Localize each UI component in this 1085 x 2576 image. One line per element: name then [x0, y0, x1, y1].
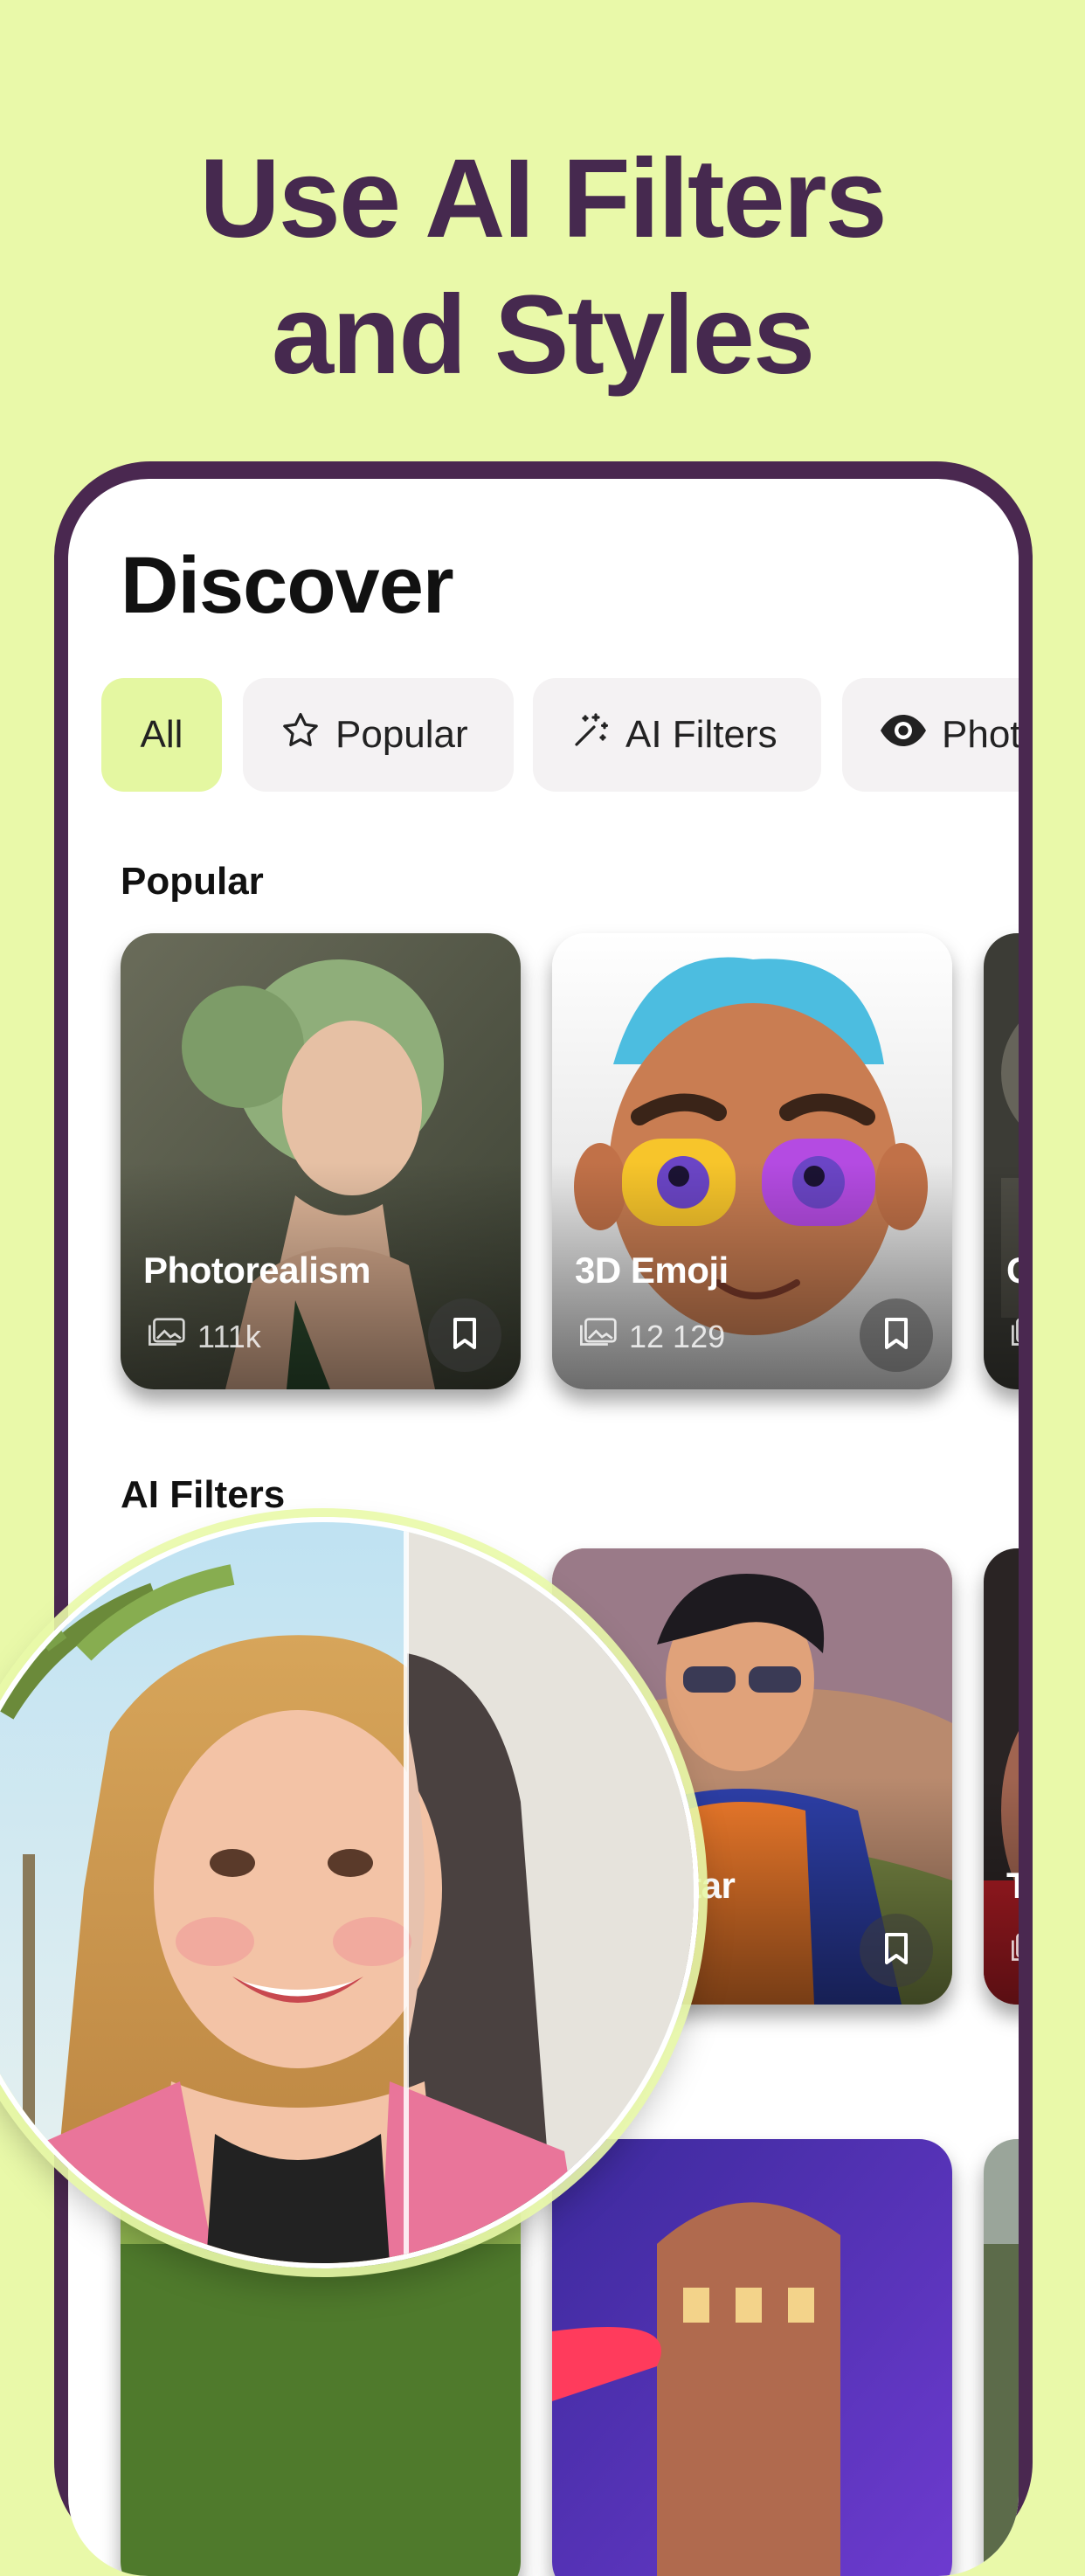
bookmark-button[interactable] [428, 1298, 501, 1372]
images-icon [1010, 1932, 1019, 1971]
card-title: Cybe [1006, 1250, 1019, 1291]
card-count: 13 [1010, 1932, 1019, 1971]
card-count-value: 12 129 [629, 1318, 726, 1354]
images-icon [1010, 1317, 1019, 1356]
style-card-cyber[interactable]: Cybe 13 [984, 933, 1019, 1389]
category-chips: All Popular AI Filters Photore [101, 678, 1019, 792]
before-after-image [0, 1522, 694, 2263]
card-count: 12 129 [578, 1317, 725, 1356]
section-title-popular: Popular [121, 860, 264, 903]
card-count: 111k [147, 1317, 261, 1356]
chip-popular[interactable]: Popular [243, 678, 514, 792]
chip-photorealism[interactable]: Photore [842, 678, 1019, 792]
chip-all[interactable]: All [101, 678, 222, 792]
phone-screen: Discover All Popular AI Filters Photore [68, 479, 1019, 2576]
style-card-photorealism[interactable]: Photorealism 111k [121, 933, 521, 1389]
page-title: Discover [121, 541, 454, 630]
chip-all-label: All [140, 713, 183, 756]
card-title: Photorealism [143, 1250, 371, 1291]
card-title: Tatto [1006, 1865, 1019, 1906]
card-image-field [984, 2139, 1019, 2576]
section-title-ai-filters: AI Filters [121, 1473, 286, 1516]
chip-ai-filters[interactable]: AI Filters [533, 678, 821, 792]
card-title: 3D Emoji [575, 1250, 729, 1291]
chip-photorealism-label: Photore [942, 713, 1019, 756]
style-card-row3-3[interactable] [984, 2139, 1019, 2576]
chip-popular-label: Popular [335, 713, 468, 756]
style-card-3d-emoji[interactable]: 3D Emoji 12 129 [552, 933, 952, 1389]
bookmark-icon [452, 1317, 478, 1354]
headline: Use AI Filters and Styles [0, 131, 1085, 404]
headline-line-2: and Styles [271, 273, 815, 398]
headline-line-1: Use AI Filters [199, 136, 887, 261]
sparkles-icon [570, 710, 612, 761]
bookmark-button[interactable] [860, 1914, 933, 1987]
style-card-tattoo[interactable]: Tatto 13 [984, 1548, 1019, 2005]
chip-ai-filters-label: AI Filters [625, 713, 777, 756]
eye-icon [879, 713, 928, 758]
style-card-row3-2[interactable] [552, 2139, 952, 2576]
star-icon [280, 710, 321, 761]
images-icon [578, 1317, 617, 1356]
bookmark-icon [883, 1932, 909, 1970]
card-count-value: 111k [197, 1318, 261, 1354]
card-image-building [552, 2139, 952, 2576]
card-count: 13 [1010, 1317, 1019, 1356]
images-icon [147, 1317, 185, 1356]
bookmark-icon [883, 1317, 909, 1354]
bookmark-button[interactable] [860, 1298, 933, 1372]
